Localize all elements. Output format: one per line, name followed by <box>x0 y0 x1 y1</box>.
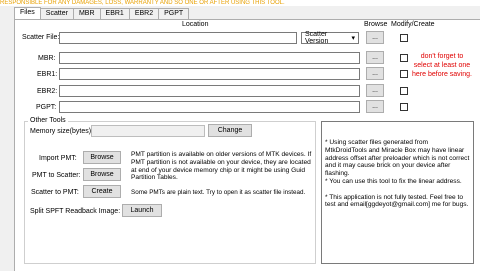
scatter-modify-checkbox[interactable] <box>400 34 408 42</box>
mbr-browse-button[interactable]: ... <box>366 51 384 64</box>
ebr2-browse-button[interactable]: ... <box>366 84 384 97</box>
notes-textbox[interactable]: * Using scatter files generated from Mtk… <box>321 121 474 264</box>
scatter-version-value: Scatter Version <box>305 31 329 45</box>
mbr-label: MBR: <box>38 55 56 62</box>
memory-size-label: Memory size(bytes): <box>30 128 94 135</box>
tab-files[interactable]: Files <box>14 7 41 19</box>
pgpt-modify-checkbox[interactable] <box>400 103 408 111</box>
tab-mbr[interactable]: MBR <box>72 8 101 19</box>
change-button[interactable]: Change <box>208 124 252 137</box>
scatter-version-select[interactable]: Scatter Version ▾ <box>301 31 359 45</box>
ebr1-label: EBR1: <box>37 71 58 78</box>
split-spft-label: Split SPFT Readback Image: <box>30 208 121 215</box>
chevron-down-icon: ▾ <box>351 35 355 42</box>
save-warning-text: don't forget to select at least one here… <box>412 53 472 78</box>
scatter-file-label: Scatter File: <box>22 34 60 41</box>
browse-header: Browse <box>364 21 388 28</box>
ebr1-browse-button[interactable]: ... <box>366 67 384 80</box>
tab-scatter[interactable]: Scatter <box>39 8 74 19</box>
other-tools-title: Other Tools <box>28 117 68 124</box>
memory-size-input[interactable] <box>91 125 205 137</box>
tab-pgpt[interactable]: PGPT <box>158 8 190 19</box>
warning-banner: RESPONSIBLE FOR ANY DAMAGES, LOSS, WARRA… <box>0 0 480 6</box>
tab-ebr1[interactable]: EBR1 <box>99 8 130 19</box>
mbr-modify-checkbox[interactable] <box>400 54 408 62</box>
import-pmt-browse-button[interactable]: Browse <box>83 151 121 164</box>
ebr1-modify-checkbox[interactable] <box>400 70 408 78</box>
pgpt-input[interactable] <box>59 101 360 113</box>
import-pmt-description: PMT partition is available on older vers… <box>131 151 312 182</box>
split-spft-launch-button[interactable]: Launch <box>122 204 162 217</box>
ebr2-label: EBR2: <box>37 88 58 95</box>
pmt-to-scatter-browse-button[interactable]: Browse <box>83 168 121 181</box>
import-pmt-label: Import PMT: <box>39 155 77 162</box>
pgpt-label: PGPT: <box>36 104 57 111</box>
ebr1-input[interactable] <box>59 68 360 80</box>
notes-text: * Using scatter files generated from Mtk… <box>325 139 470 209</box>
scatter-file-input[interactable] <box>59 32 297 44</box>
tab-bar: Files Scatter MBR EBR1 EBR2 PGPT <box>14 7 190 19</box>
scatter-to-pmt-label: Scatter to PMT: <box>31 189 79 196</box>
pgpt-browse-button[interactable]: ... <box>366 100 384 113</box>
scatter-browse-button[interactable]: ... <box>366 31 384 44</box>
tab-ebr2[interactable]: EBR2 <box>128 8 160 19</box>
ebr2-input[interactable] <box>59 85 360 97</box>
modify-create-header: Modify/Create <box>391 21 435 28</box>
ebr2-modify-checkbox[interactable] <box>400 87 408 95</box>
location-header: Location <box>182 21 209 28</box>
mbr-input[interactable] <box>59 52 360 64</box>
scatter-to-pmt-create-button[interactable]: Create <box>83 185 121 198</box>
pmt-to-scatter-label: PMT to Scatter: <box>32 172 81 179</box>
scatter-to-pmt-description: Some PMTs are plain text. Try to open it… <box>131 189 306 196</box>
